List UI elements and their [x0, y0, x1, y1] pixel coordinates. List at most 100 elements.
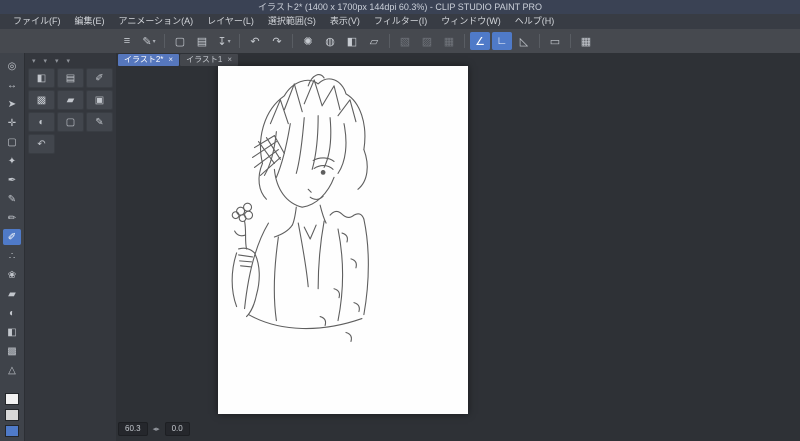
folder-icon: ▤ [196, 35, 208, 48]
tool-decoration[interactable]: ❀ [3, 267, 21, 283]
undo-button[interactable]: ↶ [245, 32, 265, 50]
hamburger-icon: ≡ [123, 35, 131, 47]
subtool-layers[interactable]: ▤ [57, 68, 84, 88]
tool-airbrush[interactable]: ∴ [3, 248, 21, 264]
tool-zoom[interactable]: ◎ [3, 58, 21, 74]
clear-outside-selection-button[interactable]: ◍ [320, 32, 340, 50]
tool-gradient[interactable]: ▩ [3, 343, 21, 359]
chevron-down-icon: ▾ [152, 38, 156, 45]
main-color-swatch[interactable] [5, 393, 19, 405]
subtool-history[interactable]: ↶ [28, 134, 55, 154]
subtool-stamp[interactable]: ▣ [86, 90, 113, 110]
subtool-mixer[interactable]: ◐ [28, 112, 55, 132]
tool-brush[interactable]: ✐ [3, 229, 21, 245]
layer-move-icon: ✛ [7, 117, 17, 129]
fill-icon: ◧ [346, 35, 358, 48]
tool-eyedropper[interactable]: ✒ [3, 172, 21, 188]
fill-icon: ◧ [36, 72, 47, 84]
sub-color-swatch[interactable] [5, 409, 19, 421]
tool-blend[interactable]: ◐ [3, 305, 21, 321]
menu-edit[interactable]: 編集(E) [68, 14, 112, 29]
open-file-button[interactable]: ▤ [192, 32, 212, 50]
toolbar-separator [164, 34, 165, 48]
selection-icon: ▢ [7, 136, 17, 148]
subtool-gradient[interactable]: ▩ [28, 90, 55, 110]
menu-window[interactable]: ウィンドウ(W) [434, 14, 508, 29]
tool-operation[interactable]: ➤ [3, 96, 21, 112]
redo-button[interactable]: ↷ [267, 32, 287, 50]
menu-filter[interactable]: フィルター(I) [367, 14, 434, 29]
deselect-icon: ▧ [399, 35, 411, 48]
close-icon[interactable]: × [227, 54, 232, 66]
tool-selection[interactable]: ▢ [3, 134, 21, 150]
airbrush-icon: ∴ [8, 250, 16, 262]
tool-fill[interactable]: ◧ [3, 324, 21, 340]
tool-move[interactable]: ↔ [3, 77, 21, 93]
subtool-eraser[interactable]: ▰ [57, 90, 84, 110]
tool-figure[interactable]: △ [3, 362, 21, 378]
snap-special-ruler-icon: ∟ [496, 35, 508, 47]
fill-bucket-icon: ◧ [7, 326, 17, 338]
main-menu-button[interactable]: ≡ [117, 32, 137, 50]
crop-icon: ▱ [369, 35, 379, 48]
menu-file[interactable]: ファイル(F) [6, 14, 68, 29]
menu-help[interactable]: ヘルプ(H) [508, 14, 562, 29]
brush-icon: ✐ [95, 72, 104, 84]
command-bar: ≡ ✎ ▾ ▢ ▤ ↧ ▾ ↶ ↷ ✺ ◍ ◧ ▱ ▧ ▨ ▦ ∠ ∟ ◺ ▭ ▦ [0, 29, 800, 53]
fill-button[interactable]: ◧ [342, 32, 362, 50]
palette-headers: ▾ ▾ ▾ ▾ [28, 55, 114, 68]
palette-tab-icon[interactable]: ▾ [44, 57, 48, 65]
save-file-button[interactable]: ↧ ▾ [214, 32, 234, 50]
new-document-button[interactable]: ▢ [170, 32, 190, 50]
menu-layer[interactable]: レイヤー(L) [200, 14, 261, 29]
palette-tab-icon[interactable]: ▾ [67, 57, 71, 65]
document-tab-illust2[interactable]: イラスト2* × [118, 54, 180, 66]
transparent-color-swatch[interactable] [5, 425, 19, 437]
tool-layer-move[interactable]: ✛ [3, 115, 21, 131]
subtool-pen[interactable]: ✎ [86, 112, 113, 132]
eyedropper-icon: ✒ [7, 174, 17, 186]
document-tabbar: イラスト2* × イラスト1 × [116, 53, 800, 66]
snap-to-special-ruler-button[interactable]: ∟ [492, 32, 512, 50]
stamp-icon: ▣ [94, 94, 105, 106]
blend-icon: ◐ [8, 307, 16, 319]
toolbar-separator [539, 34, 540, 48]
menu-view[interactable]: 表示(V) [323, 14, 367, 29]
subtool-grid: ◧ ▤ ✐ ▩ ▰ ▣ ◐ ▢ ✎ ↶ [28, 68, 114, 154]
drawing-canvas[interactable] [218, 66, 468, 414]
subtool-select[interactable]: ▢ [57, 112, 84, 132]
snap-to-grid-button[interactable]: ◺ [514, 32, 534, 50]
menu-selection[interactable]: 選択範囲(S) [261, 14, 323, 29]
decoration-icon: ❀ [7, 269, 17, 281]
crop-button[interactable]: ▱ [364, 32, 384, 50]
window-title: イラスト2* (1400 x 1700px 144dpi 60.3%) - CL… [258, 2, 542, 12]
rotation-readout[interactable]: 0.0 [164, 422, 190, 436]
palette-tab-icon[interactable]: ▾ [32, 57, 36, 65]
deselect-button[interactable]: ▧ [395, 32, 415, 50]
zoom-readout[interactable]: 60.3 [118, 422, 148, 436]
clear-button[interactable]: ✺ [298, 32, 318, 50]
clear-icon: ✺ [303, 35, 313, 48]
snap-to-ruler-button[interactable]: ∠ [470, 32, 490, 50]
menu-animation[interactable]: アニメーション(A) [112, 14, 201, 29]
zoom-stepper-icon[interactable]: ◂▸ [153, 425, 160, 433]
menubar: ファイル(F) 編集(E) アニメーション(A) レイヤー(L) 選択範囲(S)… [0, 14, 800, 29]
tool-auto-select[interactable]: ✦ [3, 153, 21, 169]
tool-eraser[interactable]: ▰ [3, 286, 21, 302]
close-icon[interactable]: × [168, 54, 173, 66]
pen-icon: ✎ [142, 35, 152, 48]
tool-pencil[interactable]: ✏ [3, 210, 21, 226]
palette-tab-icon[interactable]: ▾ [55, 57, 59, 65]
tool-pen[interactable]: ✎ [3, 191, 21, 207]
subtool-brush[interactable]: ✐ [86, 68, 113, 88]
current-tool-button[interactable]: ✎ ▾ [139, 32, 159, 50]
undo-icon: ↶ [250, 35, 260, 48]
new-document-icon: ▢ [174, 35, 186, 48]
subtool-fill[interactable]: ◧ [28, 68, 55, 88]
selection-border-button[interactable]: ▦ [439, 32, 459, 50]
palette-column: ▾ ▾ ▾ ▾ ◧ ▤ ✐ ▩ ▰ ▣ ◐ ▢ ✎ ↶ [24, 53, 116, 441]
invert-selection-button[interactable]: ▨ [417, 32, 437, 50]
ruler-settings-button[interactable]: ▭ [545, 32, 565, 50]
grid-button[interactable]: ▦ [576, 32, 596, 50]
document-tab-illust1[interactable]: イラスト1 × [180, 54, 239, 66]
